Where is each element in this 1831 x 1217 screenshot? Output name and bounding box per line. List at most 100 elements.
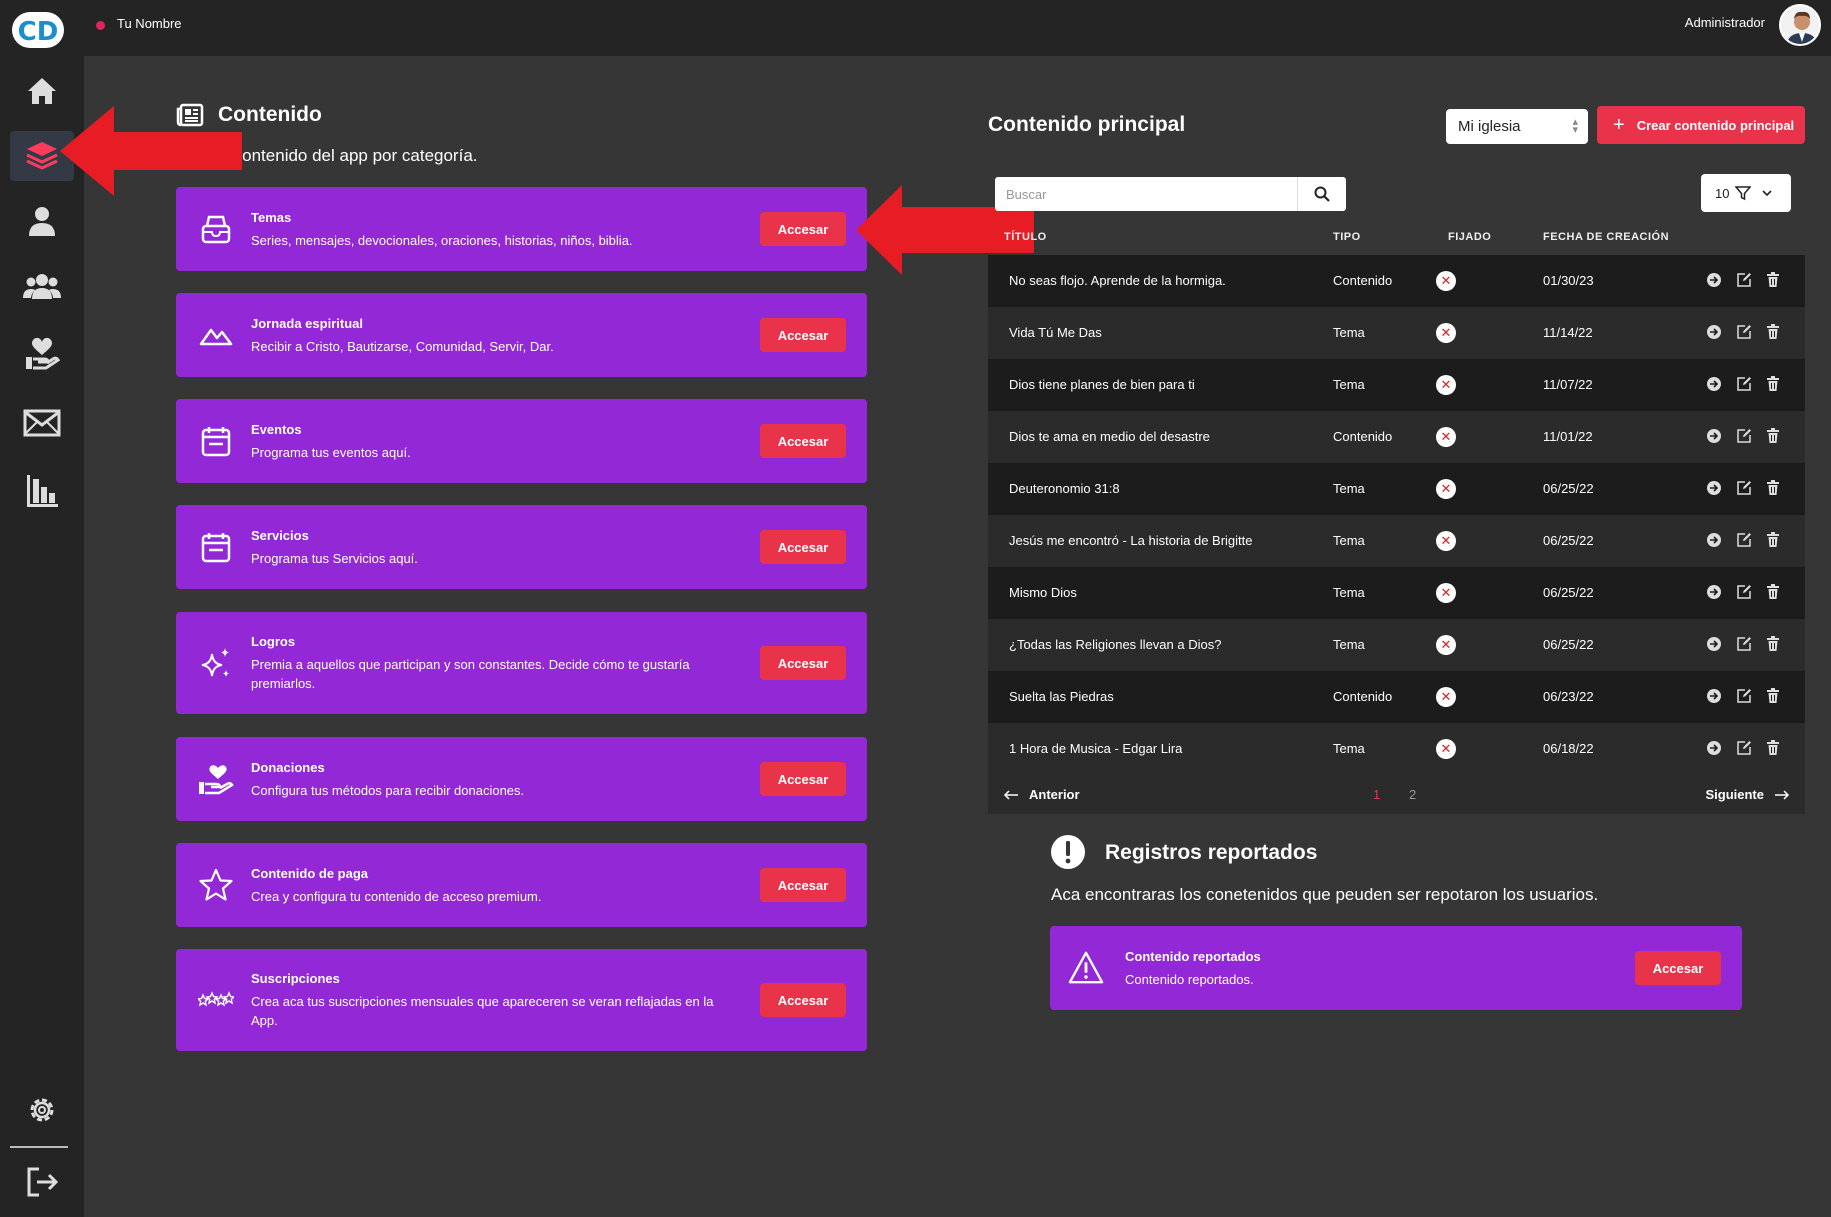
table-row[interactable]: Suelta las Piedras Contenido ✕ 06/23/22 xyxy=(988,671,1805,723)
table-row[interactable]: No seas flojo. Aprende de la hormiga. Con… xyxy=(988,255,1805,307)
trash-icon[interactable] xyxy=(1766,636,1780,652)
open-arrow-icon[interactable] xyxy=(1706,688,1722,704)
row-type: Tema xyxy=(1333,637,1365,652)
page-1[interactable]: 1 xyxy=(1373,787,1380,802)
card-description: Contenido reportados. xyxy=(1125,972,1254,987)
table-row[interactable]: ¿Todas las Religiones llevan a Dios? Tema… xyxy=(988,619,1805,671)
search-input[interactable]: Buscar xyxy=(995,177,1297,211)
search-icon xyxy=(1314,186,1330,202)
user-name[interactable]: Tu Nombre xyxy=(117,16,182,31)
accesar-button[interactable]: Accesar xyxy=(760,424,846,458)
row-title: 1 Hora de Musica - Edgar Lira xyxy=(1009,741,1183,756)
edit-icon[interactable] xyxy=(1736,688,1752,704)
user-icon[interactable] xyxy=(10,196,74,246)
search-button[interactable] xyxy=(1297,177,1346,211)
users-group-icon[interactable] xyxy=(10,261,74,311)
accesar-button[interactable]: Accesar xyxy=(760,762,846,796)
accesar-button[interactable]: Accesar xyxy=(760,983,846,1017)
trash-icon[interactable] xyxy=(1766,688,1780,704)
alert-circle-icon xyxy=(1050,834,1086,875)
trash-icon[interactable] xyxy=(1766,480,1780,496)
column-header: TÍTULO xyxy=(1004,231,1047,243)
top-bar: Tu Nombre Administrador xyxy=(84,0,1831,56)
card-title: Eventos xyxy=(251,422,302,437)
plus-icon: + xyxy=(1613,113,1625,136)
edit-icon[interactable] xyxy=(1736,636,1752,652)
card-temas: Temas Series, mensajes, devocionales, or… xyxy=(176,187,867,271)
edit-icon[interactable] xyxy=(1736,428,1752,444)
stars-row-icon xyxy=(198,982,234,1018)
table-row[interactable]: Vida Tú Me Das Tema ✕ 11/14/22 xyxy=(988,307,1805,359)
table-row[interactable]: 1 Hora de Musica - Edgar Lira Tema ✕ 06/18/… xyxy=(988,723,1805,775)
not-pinned-icon: ✕ xyxy=(1436,271,1456,291)
prev-page-button[interactable]: Anterior xyxy=(1003,787,1080,802)
table-header: TÍTULO TIPO FIJADO FECHA DE CREACIÓN xyxy=(988,222,1805,254)
settings-gear-icon[interactable] xyxy=(10,1085,74,1135)
open-arrow-icon[interactable] xyxy=(1706,584,1722,600)
church-select-value: Mi iglesia xyxy=(1458,118,1521,135)
card-title: Servicios xyxy=(251,528,309,543)
edit-icon[interactable] xyxy=(1736,376,1752,392)
accesar-button[interactable]: Accesar xyxy=(1635,951,1721,985)
trash-icon[interactable] xyxy=(1766,428,1780,444)
card-title: Jornada espiritual xyxy=(251,316,363,331)
mail-icon[interactable] xyxy=(10,398,74,448)
table-row[interactable]: Jesús me encontró - La historia de Brigi… xyxy=(988,515,1805,567)
row-date: 06/25/22 xyxy=(1543,637,1594,652)
edit-icon[interactable] xyxy=(1736,480,1752,496)
logout-icon[interactable] xyxy=(10,1157,74,1207)
open-arrow-icon[interactable] xyxy=(1706,740,1722,756)
trash-icon[interactable] xyxy=(1766,376,1780,392)
trash-icon[interactable] xyxy=(1766,584,1780,600)
trash-icon[interactable] xyxy=(1766,324,1780,340)
filter-icon xyxy=(1735,186,1752,201)
per-page-filter[interactable]: 10 xyxy=(1701,174,1791,212)
open-arrow-icon[interactable] xyxy=(1706,272,1722,288)
card-jornada-espiritual: Jornada espiritual Recibir a Cristo, Bau… xyxy=(176,293,867,377)
not-pinned-icon: ✕ xyxy=(1436,739,1456,759)
pagination: Anterior 1 2 Siguiente xyxy=(988,774,1805,814)
open-arrow-icon[interactable] xyxy=(1706,480,1722,496)
open-arrow-icon[interactable] xyxy=(1706,324,1722,340)
trash-icon[interactable] xyxy=(1766,532,1780,548)
role-label[interactable]: Administrador xyxy=(1685,15,1765,30)
accesar-button[interactable]: Accesar xyxy=(760,530,846,564)
app-logo[interactable]: CD xyxy=(12,10,64,50)
edit-icon[interactable] xyxy=(1736,272,1752,288)
open-arrow-icon[interactable] xyxy=(1706,636,1722,652)
open-arrow-icon[interactable] xyxy=(1706,376,1722,392)
arrow-left-icon xyxy=(1003,789,1018,800)
accesar-button[interactable]: Accesar xyxy=(760,868,846,902)
create-main-content-button[interactable]: + Crear contenido principal xyxy=(1597,106,1805,144)
edit-icon[interactable] xyxy=(1736,324,1752,340)
stats-icon[interactable] xyxy=(10,466,74,516)
edit-icon[interactable] xyxy=(1736,532,1752,548)
table-row[interactable]: Dios te ama en medio del desastre Conteni… xyxy=(988,411,1805,463)
not-pinned-icon: ✕ xyxy=(1436,687,1456,707)
card-description: Programa tus Servicios aquí. xyxy=(251,551,418,566)
table-row[interactable]: Deuteronomio 31:8 Tema ✕ 06/25/22 xyxy=(988,463,1805,515)
warning-triangle-icon xyxy=(1068,950,1104,986)
card-suscripciones: Suscripciones Crea aca tus suscripciones… xyxy=(176,949,867,1051)
accesar-button[interactable]: Accesar xyxy=(760,212,846,246)
heart-hand-icon[interactable] xyxy=(10,328,74,378)
edit-icon[interactable] xyxy=(1736,740,1752,756)
church-select[interactable]: Mi iglesia ▴ ▾ xyxy=(1446,109,1588,144)
table-row[interactable]: Dios tiene planes de bien para ti Tema ✕ 11… xyxy=(988,359,1805,411)
accesar-button[interactable]: Accesar xyxy=(760,318,846,352)
avatar[interactable] xyxy=(1779,4,1821,46)
open-arrow-icon[interactable] xyxy=(1706,532,1722,548)
column-header: TIPO xyxy=(1333,231,1361,243)
next-page-button[interactable]: Siguiente xyxy=(1705,787,1790,802)
row-type: Tema xyxy=(1333,741,1365,756)
edit-icon[interactable] xyxy=(1736,584,1752,600)
table-row[interactable]: Mismo Dios Tema ✕ 06/25/22 xyxy=(988,567,1805,619)
row-title: ¿Todas las Religiones llevan a Dios? xyxy=(1009,637,1222,652)
open-arrow-icon[interactable] xyxy=(1706,428,1722,444)
sparkles-icon xyxy=(198,645,234,681)
trash-icon[interactable] xyxy=(1766,740,1780,756)
page-2[interactable]: 2 xyxy=(1409,787,1416,802)
accesar-button[interactable]: Accesar xyxy=(760,646,846,680)
row-date: 01/30/23 xyxy=(1543,273,1594,288)
trash-icon[interactable] xyxy=(1766,272,1780,288)
